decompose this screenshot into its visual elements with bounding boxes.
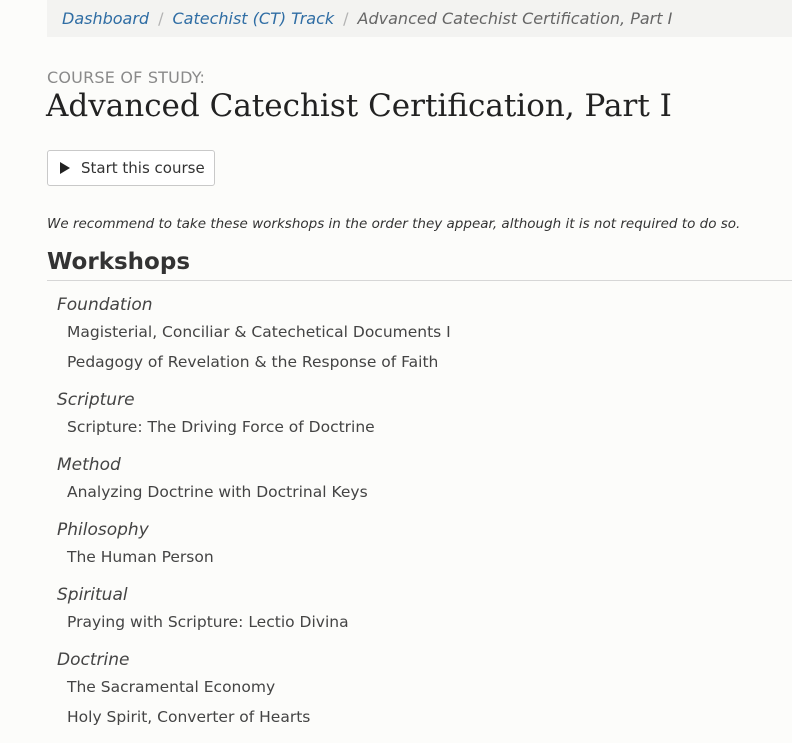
group-title: Philosophy [57, 520, 149, 540]
workshop-item[interactable]: Analyzing Doctrine with Doctrinal Keys [67, 477, 787, 507]
group-title: Scripture [57, 390, 135, 410]
start-course-label: Start this course [81, 159, 205, 177]
workshop-groups: Foundation Magisterial, Conciliar & Cate… [57, 293, 787, 743]
workshop-group-scripture: Scripture Scripture: The Driving Force o… [57, 388, 787, 442]
workshop-group-foundation: Foundation Magisterial, Conciliar & Cate… [57, 293, 787, 377]
play-icon [60, 162, 70, 174]
workshops-heading: Workshops [47, 249, 191, 275]
breadcrumb-separator: / [158, 9, 164, 28]
start-course-button[interactable]: Start this course [47, 150, 215, 186]
breadcrumb-dashboard-link[interactable]: Dashboard [62, 9, 149, 28]
group-title: Doctrine [57, 650, 130, 670]
workshop-item[interactable]: Praying with Scripture: Lectio Divina [67, 607, 787, 637]
group-title: Method [57, 455, 121, 475]
workshop-item[interactable]: Scripture: The Driving Force of Doctrine [67, 412, 787, 442]
course-label: COURSE OF STUDY: [47, 68, 206, 87]
breadcrumb: Dashboard / Catechist (CT) Track / Advan… [47, 0, 792, 37]
workshop-item[interactable]: Pedagogy of Revelation & the Response of… [67, 347, 787, 377]
workshop-group-spiritual: Spiritual Praying with Scripture: Lectio… [57, 583, 787, 637]
breadcrumb-current: Advanced Catechist Certification, Part I [357, 9, 673, 28]
page-title: Advanced Catechist Certification, Part I [46, 88, 672, 124]
workshop-group-doctrine: Doctrine The Sacramental Economy Holy Sp… [57, 648, 787, 732]
workshop-item[interactable]: The Human Person [67, 542, 787, 572]
workshops-divider [47, 280, 792, 281]
workshop-group-method: Method Analyzing Doctrine with Doctrinal… [57, 453, 787, 507]
group-title: Spiritual [57, 585, 128, 605]
workshop-group-philosophy: Philosophy The Human Person [57, 518, 787, 572]
recommendation-note: We recommend to take these workshops in … [47, 216, 741, 232]
group-title: Foundation [57, 295, 153, 315]
workshop-item[interactable]: Holy Spirit, Converter of Hearts [67, 702, 787, 732]
breadcrumb-track-link[interactable]: Catechist (CT) Track [172, 9, 334, 28]
breadcrumb-separator: / [343, 9, 349, 28]
workshop-item[interactable]: The Sacramental Economy [67, 672, 787, 702]
workshop-item[interactable]: Magisterial, Conciliar & Catechetical Do… [67, 317, 787, 347]
